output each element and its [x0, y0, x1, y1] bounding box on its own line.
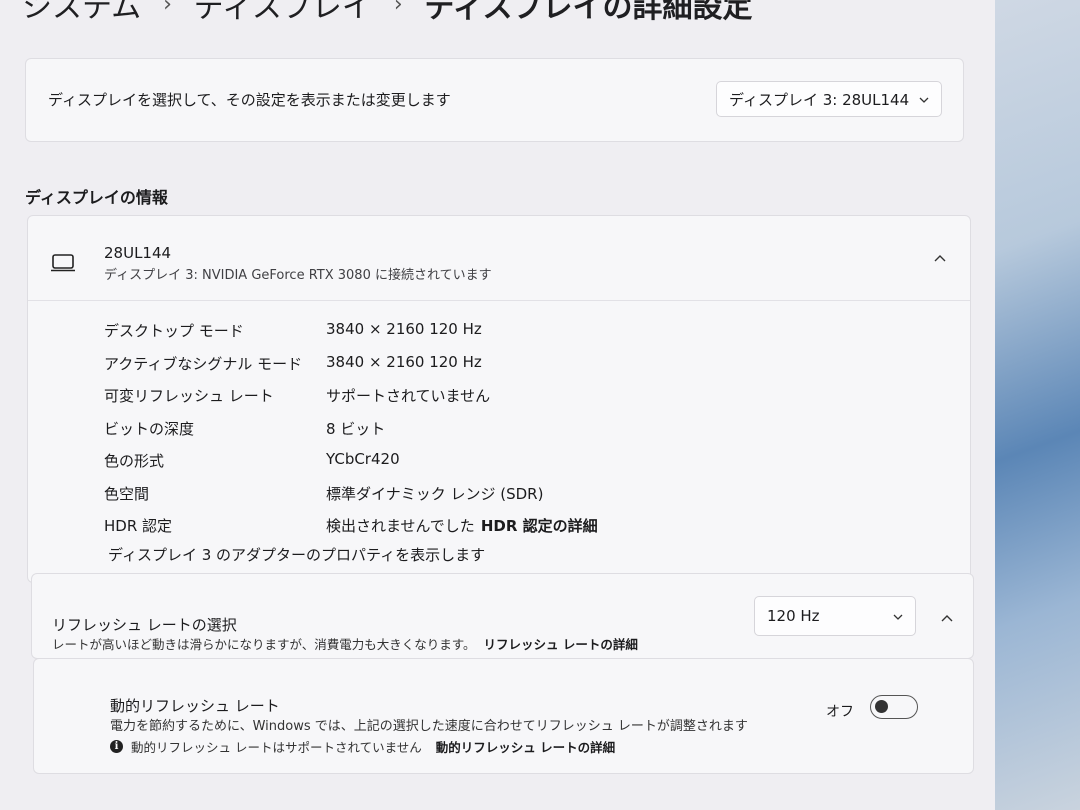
info-key: アクティブなシグナル モード [104, 354, 303, 373]
settings-page: システム › ディスプレイ › ディスプレイの詳細設定 ディスプレイを選択して、… [0, 0, 995, 810]
dynamic-refresh-title: 動的リフレッシュ レート [110, 697, 280, 715]
info-value: サポートされていません [326, 387, 491, 405]
info-value: YCbCr420 [326, 450, 400, 468]
refresh-rate-desc-text: レートが高いほど動きは滑らかになりますが、消費電力も大きくなります。 [52, 637, 476, 652]
display-selector-label: ディスプレイを選択して、その設定を表示または変更します [48, 91, 451, 109]
display-select-value: ディスプレイ 3: 28UL144 [729, 90, 910, 109]
refresh-rate-title: リフレッシュ レートの選択 [52, 616, 237, 634]
section-title-display-info: ディスプレイの情報 [25, 188, 168, 207]
chevron-up-icon[interactable] [934, 248, 946, 266]
dynamic-refresh-note: i 動的リフレッシュ レートはサポートされていません 動的リフレッシュ レートの… [110, 737, 615, 756]
chevron-down-icon [893, 610, 903, 623]
dynamic-refresh-note-text: 動的リフレッシュ レートはサポートされていません [131, 740, 422, 755]
info-key: 色の形式 [104, 452, 165, 470]
display-select-dropdown[interactable]: ディスプレイ 3: 28UL144 [716, 81, 942, 117]
page-title: ディスプレイの詳細設定 [424, 0, 753, 25]
dynamic-refresh-card: 動的リフレッシュ レート 電力を節約するために、Windows では、上記の選択… [33, 658, 974, 774]
info-key: ビットの深度 [104, 419, 195, 438]
dynamic-refresh-details-link[interactable]: 動的リフレッシュ レートの詳細 [436, 737, 615, 756]
refresh-rate-description: レートが高いほど動きは滑らかになりますが、消費電力も大きくなります。 リフレッシュ… [52, 634, 638, 653]
display-info-card: 28UL144 ディスプレイ 3: NVIDIA GeForce RTX 308… [27, 215, 971, 583]
info-value-hdr: 検出されませんでした HDR 認定の詳細 [326, 515, 598, 536]
toggle-knob [875, 700, 888, 713]
hdr-status: 検出されませんでした [326, 517, 475, 535]
refresh-rate-details-link[interactable]: リフレッシュ レートの詳細 [484, 637, 638, 652]
info-key: 可変リフレッシュ レート [104, 387, 274, 405]
info-key: デスクトップ モード [104, 322, 244, 340]
breadcrumb: システム › ディスプレイ › ディスプレイの詳細設定 [22, 0, 753, 26]
info-value: 8 ビット [326, 419, 386, 438]
monitor-connection: ディスプレイ 3: NVIDIA GeForce RTX 3080 に接続されて… [104, 268, 492, 283]
info-value: 標準ダイナミック レンジ (SDR) [326, 484, 544, 503]
info-icon: i [110, 740, 123, 753]
refresh-rate-dropdown[interactable]: 120 Hz [754, 596, 916, 636]
monitor-icon [51, 254, 75, 272]
dynamic-refresh-description: 電力を節約するために、Windows では、上記の選択した速度に合わせてリフレッ… [110, 719, 748, 734]
info-key: 色空間 [104, 484, 150, 503]
info-value: 3840 × 2160 120 Hz [326, 320, 482, 338]
adapter-properties-link[interactable]: ディスプレイ 3 のアダプターのプロパティを表示します [108, 544, 485, 565]
desktop-background [992, 0, 1080, 810]
monitor-name: 28UL144 [104, 244, 172, 262]
chevron-up-icon[interactable] [941, 608, 953, 626]
dynamic-refresh-toggle[interactable] [870, 695, 918, 719]
refresh-rate-card: リフレッシュ レートの選択 レートが高いほど動きは滑らかになりますが、消費電力も… [31, 573, 974, 659]
chevron-down-icon [919, 93, 929, 106]
hdr-details-link[interactable]: HDR 認定の詳細 [481, 517, 598, 535]
breadcrumb-system[interactable]: システム [22, 0, 141, 26]
toggle-state-label: オフ [826, 704, 854, 720]
display-selector-card: ディスプレイを選択して、その設定を表示または変更します ディスプレイ 3: 28… [25, 58, 964, 142]
breadcrumb-separator: › [393, 0, 403, 17]
refresh-rate-value: 120 Hz [767, 607, 820, 625]
display-info-header[interactable]: 28UL144 ディスプレイ 3: NVIDIA GeForce RTX 308… [28, 216, 970, 301]
breadcrumb-separator: › [163, 0, 172, 17]
info-value: 3840 × 2160 120 Hz [326, 352, 482, 371]
info-key: HDR 認定 [104, 517, 173, 535]
breadcrumb-display[interactable]: ディスプレイ [194, 0, 372, 26]
